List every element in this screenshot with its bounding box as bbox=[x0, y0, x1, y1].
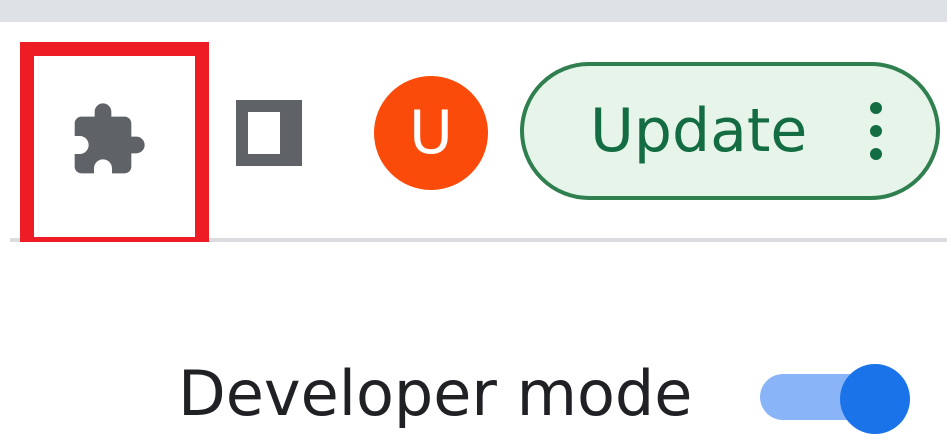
side-panel-icon bbox=[236, 100, 302, 166]
more-vert-icon bbox=[870, 102, 882, 160]
tab-strip-edge bbox=[0, 0, 947, 22]
developer-mode-toggle[interactable] bbox=[760, 364, 918, 434]
avatar-initial: U bbox=[409, 98, 453, 168]
update-button[interactable]: Update bbox=[520, 62, 940, 200]
profile-avatar[interactable]: U bbox=[374, 76, 488, 190]
side-panel-button[interactable] bbox=[224, 88, 314, 178]
extensions-button[interactable] bbox=[58, 90, 158, 190]
toggle-knob bbox=[840, 364, 910, 434]
update-label: Update bbox=[590, 96, 808, 166]
puzzle-piece-icon bbox=[74, 103, 145, 174]
developer-mode-label: Developer mode bbox=[178, 357, 693, 430]
